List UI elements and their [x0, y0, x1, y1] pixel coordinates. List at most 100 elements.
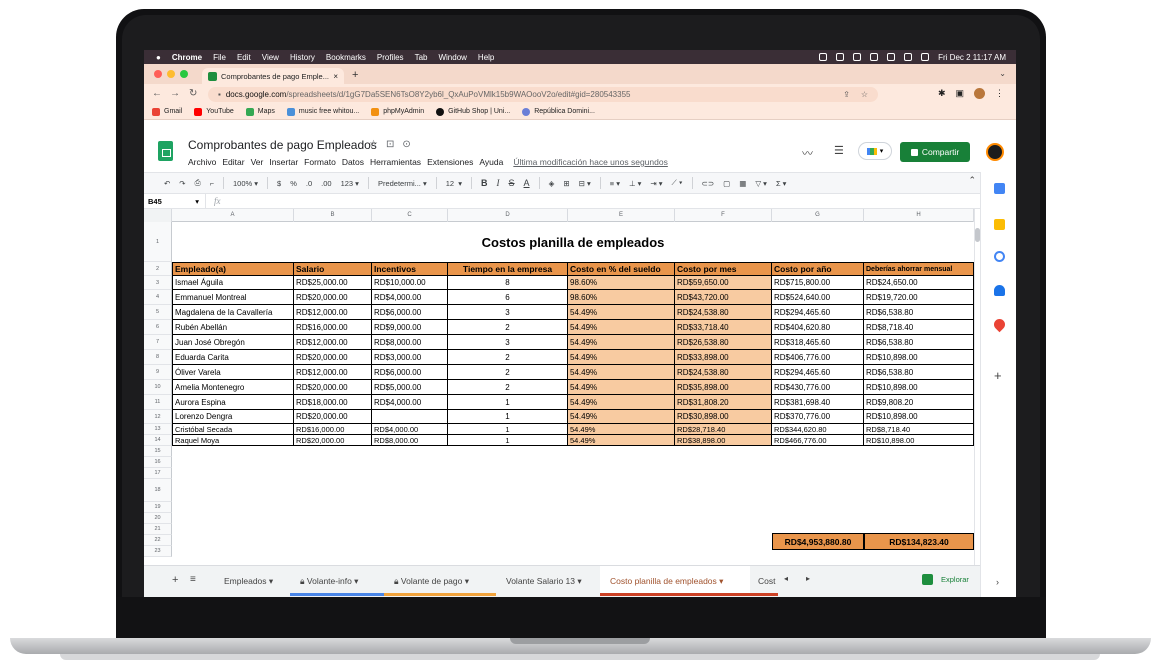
table-cell[interactable]: 1 [448, 424, 568, 435]
table-cell[interactable]: 98.60% [568, 290, 675, 305]
row-header[interactable]: 14 [144, 435, 172, 446]
table-cell[interactable]: 54.49% [568, 335, 675, 350]
header-costo-pct[interactable]: Costo en % del sueldo [568, 262, 675, 276]
row-header[interactable]: 18 [144, 479, 172, 502]
header-empleado[interactable]: Empleado(a) [172, 262, 294, 276]
insert-comment-icon[interactable]: ▢ [723, 179, 730, 188]
filter-icon[interactable]: ▽ ▾ [755, 179, 767, 188]
scroll-tabs-right-icon[interactable]: ▸ [806, 574, 810, 583]
menu-tab[interactable]: Tab [415, 53, 428, 62]
table-cell[interactable]: RD$6,538.80 [864, 365, 974, 380]
percent-format-button[interactable]: % [290, 179, 297, 188]
row-header[interactable]: 23 [144, 546, 172, 557]
menu-bookmarks[interactable]: Bookmarks [326, 53, 366, 62]
table-cell[interactable]: Magdalena de la Cavallería [172, 305, 294, 320]
row-header[interactable]: 1 [144, 222, 172, 262]
table-cell[interactable]: RD$9,808.20 [864, 395, 974, 410]
menu-window[interactable]: Window [438, 53, 466, 62]
bookmark-item[interactable]: Gmail [152, 107, 182, 116]
table-cell[interactable]: RD$26,538.80 [675, 335, 772, 350]
chevron-down-icon[interactable]: ⌄ [999, 69, 1006, 78]
table-cell[interactable]: 54.49% [568, 435, 675, 446]
wifi-icon[interactable] [870, 53, 879, 61]
zoom-window-icon[interactable] [180, 70, 188, 78]
table-cell[interactable]: RD$3,000.00 [372, 350, 448, 365]
bookmark-item[interactable]: GitHub Shop | Uni... [436, 107, 510, 116]
merge-cells-icon[interactable]: ⊟ ▾ [579, 179, 591, 188]
row-header[interactable]: 10 [144, 380, 172, 395]
add-addon-icon[interactable]: + [994, 368, 1002, 383]
table-cell[interactable]: RD$33,898.00 [675, 350, 772, 365]
star-icon[interactable]: ☆ [369, 139, 378, 150]
undo-icon[interactable]: ↶ [164, 179, 170, 188]
decrease-decimals-button[interactable]: .0 [306, 179, 312, 188]
row-header[interactable]: 22 [144, 535, 172, 546]
table-cell[interactable]: 54.49% [568, 305, 675, 320]
table-cell[interactable]: RD$16,000.00 [294, 424, 372, 435]
status-icon[interactable] [836, 53, 845, 61]
total-savings-cell[interactable]: RD$134,823.40 [864, 533, 974, 550]
table-cell[interactable]: RD$4,000.00 [372, 424, 448, 435]
table-cell[interactable]: 2 [448, 380, 568, 395]
contacts-icon[interactable] [994, 285, 1005, 296]
table-cell[interactable]: RD$6,538.80 [864, 335, 974, 350]
bookmark-item[interactable]: YouTube [194, 107, 234, 116]
table-cell[interactable]: RD$10,898.00 [864, 380, 974, 395]
menu-herramientas[interactable]: Herramientas [370, 157, 421, 167]
table-cell[interactable]: 2 [448, 350, 568, 365]
table-cell[interactable]: Amelia Montenegro [172, 380, 294, 395]
sheet-tab-active[interactable]: Costo planilla de empleados ▾ [600, 566, 750, 596]
select-all-corner[interactable] [144, 209, 172, 222]
row-header[interactable]: 15 [144, 446, 172, 457]
table-cell[interactable]: RD$9,000.00 [372, 320, 448, 335]
bookmark-item[interactable]: music free whitou... [286, 107, 359, 116]
cloud-status-icon[interactable]: ⊙ [402, 139, 410, 150]
table-cell[interactable]: Lorenzo Dengra [172, 410, 294, 424]
table-cell[interactable]: RD$20,000.00 [294, 410, 372, 424]
name-box[interactable]: B45 ▾ [144, 193, 206, 209]
maps-icon[interactable] [991, 316, 1008, 333]
table-cell[interactable]: 54.49% [568, 380, 675, 395]
insert-chart-icon[interactable]: ▦ [739, 179, 746, 188]
row-header[interactable]: 6 [144, 320, 172, 335]
table-cell[interactable]: RD$20,000.00 [294, 435, 372, 446]
search-icon[interactable] [904, 53, 913, 61]
forward-icon[interactable]: → [170, 88, 180, 99]
show-side-panel-icon[interactable]: › [996, 577, 999, 587]
table-cell[interactable]: 54.49% [568, 424, 675, 435]
table-cell[interactable]: RD$33,718.40 [675, 320, 772, 335]
table-cell[interactable]: Eduarda Carita [172, 350, 294, 365]
table-cell[interactable]: 54.49% [568, 350, 675, 365]
sheet-tab[interactable]: Empleados ▾ [214, 566, 290, 596]
sheet-tab[interactable]: 🔒︎ Volante de pago ▾ [384, 566, 496, 596]
column-header-h[interactable]: H [864, 209, 974, 222]
table-cell[interactable]: RD$20,000.00 [294, 350, 372, 365]
sheets-logo-icon[interactable] [158, 141, 173, 161]
table-cell[interactable] [372, 410, 448, 424]
table-cell[interactable]: 3 [448, 335, 568, 350]
column-header-d[interactable]: D [448, 209, 568, 222]
table-cell[interactable]: 3 [448, 305, 568, 320]
bookmark-item[interactable]: phpMyAdmin [371, 107, 424, 116]
calendar-icon[interactable] [994, 183, 1005, 194]
minimize-window-icon[interactable] [167, 70, 175, 78]
table-cell[interactable]: Aurora Espina [172, 395, 294, 410]
close-window-icon[interactable] [154, 70, 162, 78]
table-cell[interactable]: 54.49% [568, 365, 675, 380]
spreadsheet-grid[interactable]: A B C D E F G H 1 2 3 4 5 6 7 8 9 10 11 … [144, 209, 974, 565]
table-cell[interactable]: RD$25,000.00 [294, 276, 372, 290]
menu-ver[interactable]: Ver [251, 157, 264, 167]
menu-formato[interactable]: Formato [304, 157, 336, 167]
total-cost-per-year-cell[interactable]: RD$4,953,880.80 [772, 533, 864, 550]
table-cell[interactable]: RD$5,000.00 [372, 380, 448, 395]
user-avatar[interactable] [986, 143, 1004, 161]
table-cell[interactable]: RD$430,776.00 [772, 380, 864, 395]
table-cell[interactable]: RD$381,698.40 [772, 395, 864, 410]
menu-file[interactable]: File [213, 53, 226, 62]
row-header[interactable]: 8 [144, 350, 172, 365]
meet-button[interactable]: ▾ [858, 142, 892, 160]
fill-color-icon[interactable]: ◈ [549, 179, 555, 188]
new-tab-button[interactable]: + [352, 69, 358, 81]
table-cell[interactable]: RD$294,465.60 [772, 365, 864, 380]
menu-help[interactable]: Help [478, 53, 494, 62]
